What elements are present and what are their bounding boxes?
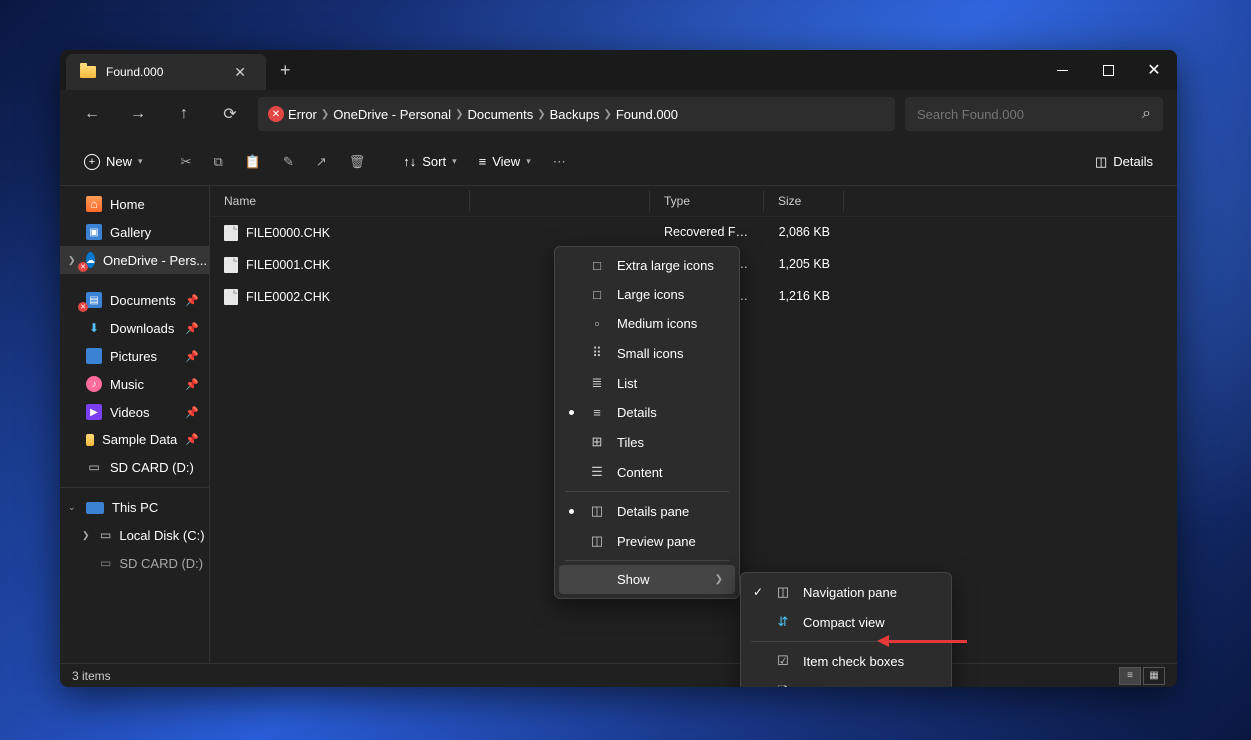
chevron-icon[interactable]: ❯ — [537, 109, 545, 120]
sidebar-item-localdisk[interactable]: ❯▭Local Disk (C:) — [60, 521, 209, 549]
search-bar[interactable]: ⌕ — [905, 97, 1163, 131]
forward-button[interactable]: → — [120, 96, 156, 132]
crumb-found[interactable]: Found.000 — [616, 107, 678, 122]
pin-icon: 📌 — [185, 378, 199, 391]
up-button[interactable]: ↑ — [166, 96, 202, 132]
crumb-error[interactable]: Error — [288, 107, 317, 122]
pin-icon: 📌 — [185, 294, 199, 307]
menu-medium-icons[interactable]: ▫Medium icons — [559, 309, 735, 338]
more-button[interactable]: ⋯ — [543, 148, 576, 176]
menu-item-checkboxes[interactable]: ☑Item check boxes — [745, 646, 947, 676]
status-bar: 3 items ≡ ▦ — [60, 663, 1177, 687]
sidebar-item-onedrive[interactable]: ❯☁OneDrive - Pers...✕ — [60, 246, 209, 274]
cut-button[interactable]: ✂ — [171, 148, 202, 176]
navbar: ← → ↑ ⟳ ✕ Error ❯ OneDrive - Personal ❯ … — [60, 90, 1177, 138]
view-button[interactable]: ≡ View▾ — [469, 148, 541, 175]
sidebar-item-videos[interactable]: ▶Videos📌 — [60, 398, 209, 426]
menu-file-extensions[interactable]: 🗎File name extensions — [745, 676, 947, 687]
chevron-icon[interactable]: ❯ — [603, 109, 611, 120]
pin-icon: 📌 — [185, 406, 199, 419]
sidebar-item-home[interactable]: ⌂Home — [60, 190, 209, 218]
file-row[interactable]: FILE0000.CHKRecovered File Fra...2,086 K… — [210, 217, 1177, 249]
file-icon — [224, 225, 238, 241]
maximize-button[interactable] — [1085, 50, 1131, 90]
sidebar-item-pictures[interactable]: Pictures📌 — [60, 342, 209, 370]
sidebar-item-gallery[interactable]: ▣Gallery — [60, 218, 209, 246]
sidebar-item-sdcard[interactable]: ▭SD CARD (D:) — [60, 453, 209, 481]
menu-navigation-pane[interactable]: ✓◫Navigation pane — [745, 577, 947, 607]
refresh-button[interactable]: ⟳ — [212, 96, 248, 132]
file-icon — [224, 257, 238, 273]
crumb-onedrive[interactable]: OneDrive - Personal — [333, 107, 451, 122]
sidebar-item-sampledata[interactable]: Sample Data📌 — [60, 426, 209, 453]
sidebar-item-documents[interactable]: ▤Documents📌✕ — [60, 286, 209, 314]
menu-xlarge-icons[interactable]: □Extra large icons — [559, 251, 735, 280]
titlebar: Found.000 ✕ + ✕ — [60, 50, 1177, 90]
explorer-window: Found.000 ✕ + ✕ ← → ↑ ⟳ ✕ Error ❯ OneDri… — [60, 50, 1177, 687]
copy-button[interactable]: ⧉ — [203, 148, 232, 176]
pin-icon: 📌 — [185, 350, 199, 363]
search-icon[interactable]: ⌕ — [1142, 105, 1151, 123]
sidebar-item-music[interactable]: ♪Music📌 — [60, 370, 209, 398]
details-view-toggle[interactable]: ≡ — [1119, 667, 1141, 685]
thumb-view-toggle[interactable]: ▦ — [1143, 667, 1165, 685]
crumb-documents[interactable]: Documents — [467, 107, 533, 122]
crumb-backups[interactable]: Backups — [550, 107, 600, 122]
menu-compact-view[interactable]: ⇵Compact view — [745, 607, 947, 637]
details-button[interactable]: ◫ Details — [1085, 148, 1163, 176]
show-submenu: ✓◫Navigation pane ⇵Compact view ☑Item ch… — [740, 572, 952, 687]
error-icon: ✕ — [268, 106, 284, 122]
back-button[interactable]: ← — [74, 96, 110, 132]
menu-tiles[interactable]: ⊞Tiles — [559, 427, 735, 457]
menu-details-pane[interactable]: ◫Details pane — [559, 496, 735, 526]
menu-details[interactable]: ≡Details — [559, 398, 735, 427]
delete-button[interactable]: 🗑 — [339, 148, 376, 176]
tab-title: Found.000 — [106, 65, 218, 79]
tab[interactable]: Found.000 ✕ — [66, 54, 266, 90]
chevron-icon[interactable]: ❯ — [321, 109, 329, 120]
rename-button[interactable]: ✎ — [273, 148, 304, 176]
search-input[interactable] — [917, 107, 1142, 122]
minimize-button[interactable] — [1039, 50, 1085, 90]
pin-icon: 📌 — [185, 322, 199, 335]
col-datemod[interactable] — [470, 190, 650, 212]
col-type[interactable]: Type — [650, 190, 764, 212]
menu-list[interactable]: ≣List — [559, 368, 735, 398]
view-menu: □Extra large icons □Large icons ▫Medium … — [554, 246, 740, 599]
chevron-icon[interactable]: ❯ — [455, 109, 463, 120]
paste-button[interactable]: 📋 — [235, 148, 271, 176]
address-bar[interactable]: ✕ Error ❯ OneDrive - Personal ❯ Document… — [258, 97, 895, 131]
menu-preview-pane[interactable]: ◫Preview pane — [559, 526, 735, 556]
menu-large-icons[interactable]: □Large icons — [559, 280, 735, 309]
sidebar-item-sdcard2[interactable]: ▭SD CARD (D:) — [60, 549, 209, 577]
file-icon — [224, 289, 238, 305]
col-size[interactable]: Size — [764, 190, 844, 212]
new-button[interactable]: +New▾ — [74, 148, 153, 176]
new-tab-button[interactable]: + — [266, 60, 305, 81]
toolbar: +New▾ ✂ ⧉ 📋 ✎ ↗ 🗑 ↑↓ Sort▾ ≡ View▾ ⋯ ◫ D… — [60, 138, 1177, 186]
close-button[interactable]: ✕ — [1131, 50, 1177, 90]
col-name[interactable]: Name — [210, 190, 470, 212]
menu-show[interactable]: Show❯ — [559, 565, 735, 594]
menu-content[interactable]: ☰Content — [559, 457, 735, 487]
item-count: 3 items — [72, 669, 111, 683]
column-headers: Name Type Size — [210, 186, 1177, 217]
annotation-arrow — [887, 640, 967, 643]
tab-close-button[interactable]: ✕ — [228, 62, 252, 83]
sidebar-item-downloads[interactable]: ⬇Downloads📌 — [60, 314, 209, 342]
menu-small-icons[interactable]: ⠿Small icons — [559, 338, 735, 368]
sidebar-item-thispc[interactable]: ⌄This PC — [60, 494, 209, 521]
pin-icon: 📌 — [185, 433, 199, 446]
folder-icon — [80, 66, 96, 78]
sort-button[interactable]: ↑↓ Sort▾ — [393, 148, 466, 175]
sidebar: ⌂Home ▣Gallery ❯☁OneDrive - Pers...✕ ▤Do… — [60, 186, 210, 663]
share-button[interactable]: ↗ — [306, 148, 337, 176]
